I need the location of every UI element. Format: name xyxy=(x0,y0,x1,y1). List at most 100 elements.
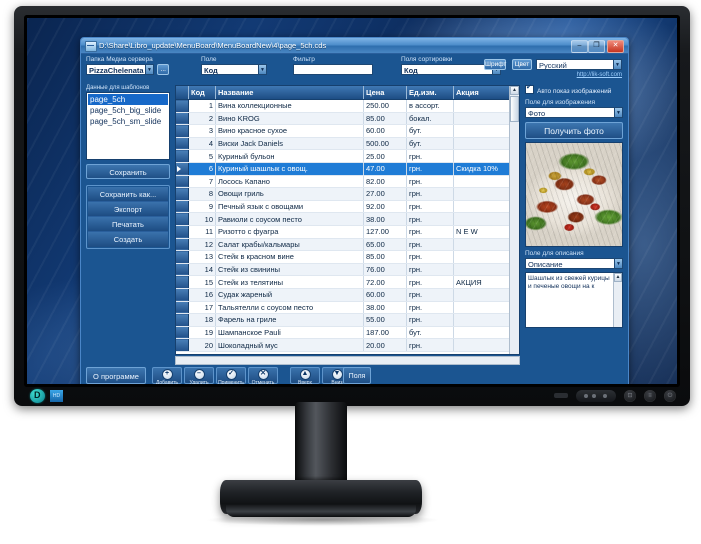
cell-unit[interactable]: грн. xyxy=(406,250,454,264)
action-button-1[interactable]: – Удалить xyxy=(184,367,214,384)
cell-name[interactable]: Салат крабы/кальмары xyxy=(215,238,364,252)
checkbox-icon[interactable] xyxy=(525,83,534,94)
cell-unit[interactable]: грн. xyxy=(406,200,454,214)
action-button-2[interactable]: ✓ Применить xyxy=(216,367,246,384)
table-row[interactable]: 14 Стейк из свинины 76.00 грн. xyxy=(176,263,519,277)
cell-unit[interactable]: грн. xyxy=(406,212,454,226)
cell-unit[interactable]: бокал. xyxy=(406,112,454,126)
cell-name[interactable]: Стейк в красном вине xyxy=(215,250,364,264)
cell-unit[interactable]: бут. xyxy=(406,326,454,340)
cell-name[interactable]: Овощи гриль xyxy=(215,187,364,201)
cell-unit[interactable]: грн. xyxy=(406,313,454,327)
cell-price[interactable]: 60.00 xyxy=(363,288,407,302)
media-folder-value[interactable]: PizzaChelenata xyxy=(86,64,154,75)
cell-price[interactable]: 500.00 xyxy=(363,137,407,151)
table-row[interactable]: 2 Вино KROG 85.00 бокал. xyxy=(176,112,519,126)
cell-price[interactable]: 65.00 xyxy=(363,238,407,252)
maximize-button[interactable]: ❐ xyxy=(588,40,605,53)
cell-price[interactable]: 187.00 xyxy=(363,326,407,340)
cell-unit[interactable]: бут. xyxy=(406,137,454,151)
table-row[interactable]: 19 Шампанское Pauli 187.00 бут. xyxy=(176,326,519,340)
color-button[interactable]: Цвет xyxy=(512,59,532,70)
cell-name[interactable]: Печный язык с овощами xyxy=(215,200,364,214)
cell-code[interactable]: 17 xyxy=(188,301,216,315)
cell-unit[interactable]: грн. xyxy=(406,301,454,315)
table-row[interactable]: 9 Печный язык с овощами 92.00 грн. xyxy=(176,200,519,214)
language-combo[interactable]: Русский ▼ xyxy=(536,59,622,70)
cell-name[interactable]: Тальятелли с соусом песто xyxy=(215,301,364,315)
column-header-code[interactable]: Код xyxy=(188,86,216,100)
table-row[interactable]: 17 Тальятелли с соусом песто 38.00 грн. xyxy=(176,301,519,315)
desc-field-value[interactable]: Описание xyxy=(525,258,623,269)
cell-code[interactable]: 6 xyxy=(188,162,216,176)
media-folder-combo[interactable]: PizzaChelenata ▼ xyxy=(86,64,154,75)
desc-field-combo[interactable]: Описание ▼ xyxy=(525,258,623,269)
cell-unit[interactable]: грн. xyxy=(406,225,454,239)
get-photo-button[interactable]: Получить фото xyxy=(525,122,623,139)
cell-unit[interactable]: грн. xyxy=(406,149,454,163)
description-scrollbar[interactable]: ▲ xyxy=(613,273,622,327)
cell-price[interactable]: 82.00 xyxy=(363,175,407,189)
cell-name[interactable]: Куриный шашлык с овощ. xyxy=(215,162,364,176)
table-row[interactable]: 13 Стейк в красном вине 85.00 грн. xyxy=(176,250,519,264)
list-item[interactable]: page_5ch xyxy=(88,94,168,105)
template-list[interactable]: page_5ch page_5ch_big_slide page_5ch_sm_… xyxy=(86,92,170,160)
cell-price[interactable]: 27.00 xyxy=(363,187,407,201)
cell-code[interactable]: 12 xyxy=(188,238,216,252)
cell-name[interactable]: Судак жареный xyxy=(215,288,364,302)
table-row[interactable]: 6 Куриный шашлык с овощ. 47.00 грн. Скидка 1… xyxy=(176,162,519,176)
list-item[interactable]: page_5ch_sm_slide xyxy=(88,116,168,127)
language-value[interactable]: Русский xyxy=(536,59,622,70)
grid-vertical-scrollbar[interactable]: ▲ xyxy=(509,86,519,354)
monitor-input-button[interactable]: ⊡ xyxy=(624,390,636,402)
cell-price[interactable]: 127.00 xyxy=(363,225,407,239)
cell-unit[interactable]: грн. xyxy=(406,338,454,352)
table-row[interactable]: 4 Виски Jack Daniels 500.00 бут. xyxy=(176,137,519,151)
cell-unit[interactable]: грн. xyxy=(406,187,454,201)
column-header-price[interactable]: Цена xyxy=(363,86,407,100)
cell-price[interactable]: 72.00 xyxy=(363,275,407,289)
cell-code[interactable]: 15 xyxy=(188,275,216,289)
cell-price[interactable]: 76.00 xyxy=(363,263,407,277)
data-grid[interactable]: Код Название Цена Ед.изм. Акция 1 Вина ко… xyxy=(175,85,520,355)
cell-price[interactable]: 38.00 xyxy=(363,301,407,315)
table-row[interactable]: 15 Стейк из телятины 72.00 грн. АКЦИЯ xyxy=(176,275,519,289)
column-header-name[interactable]: Название xyxy=(215,86,364,100)
cell-name[interactable]: Стейк из свинины xyxy=(215,263,364,277)
cell-unit[interactable]: грн. xyxy=(406,175,454,189)
cell-price[interactable]: 85.00 xyxy=(363,112,407,126)
cell-price[interactable]: 85.00 xyxy=(363,250,407,264)
cell-code[interactable]: 14 xyxy=(188,263,216,277)
monitor-nav-dot-icon[interactable] xyxy=(592,394,596,398)
cell-name[interactable]: Лосось Капано xyxy=(215,175,364,189)
export-button[interactable]: Экспорт xyxy=(88,202,168,217)
cell-name[interactable]: Стейк из телятины xyxy=(215,275,364,289)
cell-name[interactable]: Шоколадный мус xyxy=(215,338,364,352)
cell-code[interactable]: 5 xyxy=(188,149,216,163)
table-row[interactable]: 7 Лосось Капано 82.00 грн. xyxy=(176,175,519,189)
action-button-0[interactable]: + Добавить xyxy=(152,367,182,384)
about-button[interactable]: О программе xyxy=(86,367,146,384)
table-row[interactable]: 5 Куриный бульон 25.00 грн. xyxy=(176,149,519,163)
table-row[interactable]: 16 Судак жареный 60.00 грн. xyxy=(176,288,519,302)
cell-name[interactable]: Вина коллекционные xyxy=(215,99,364,113)
cell-code[interactable]: 10 xyxy=(188,212,216,226)
table-row[interactable]: 10 Равиоли с соусом песто 38.00 грн. xyxy=(176,212,519,226)
table-row[interactable]: 8 Овощи гриль 27.00 грн. xyxy=(176,187,519,201)
cell-price[interactable]: 92.00 xyxy=(363,200,407,214)
monitor-nav-left-icon[interactable] xyxy=(584,394,588,398)
description-text[interactable]: Шашлык из свежей курицы и печеные овощи … xyxy=(526,273,622,293)
photo-preview[interactable] xyxy=(525,142,623,247)
cell-unit[interactable]: грн. xyxy=(406,238,454,252)
font-button[interactable]: Шрифт xyxy=(484,59,506,70)
filter-input[interactable] xyxy=(293,64,373,75)
cell-name[interactable]: Вино KROG xyxy=(215,112,364,126)
cell-code[interactable]: 4 xyxy=(188,137,216,151)
cell-code[interactable]: 18 xyxy=(188,313,216,327)
image-field-combo[interactable]: Фото ▼ xyxy=(525,107,623,118)
table-row[interactable]: 20 Шоколадный мус 20.00 грн. xyxy=(176,338,519,352)
action-button-3[interactable]: ✕ Отменить xyxy=(248,367,278,384)
fields-button[interactable]: Поля xyxy=(343,367,371,384)
cell-code[interactable]: 11 xyxy=(188,225,216,239)
cell-name[interactable]: Виски Jack Daniels xyxy=(215,137,364,151)
